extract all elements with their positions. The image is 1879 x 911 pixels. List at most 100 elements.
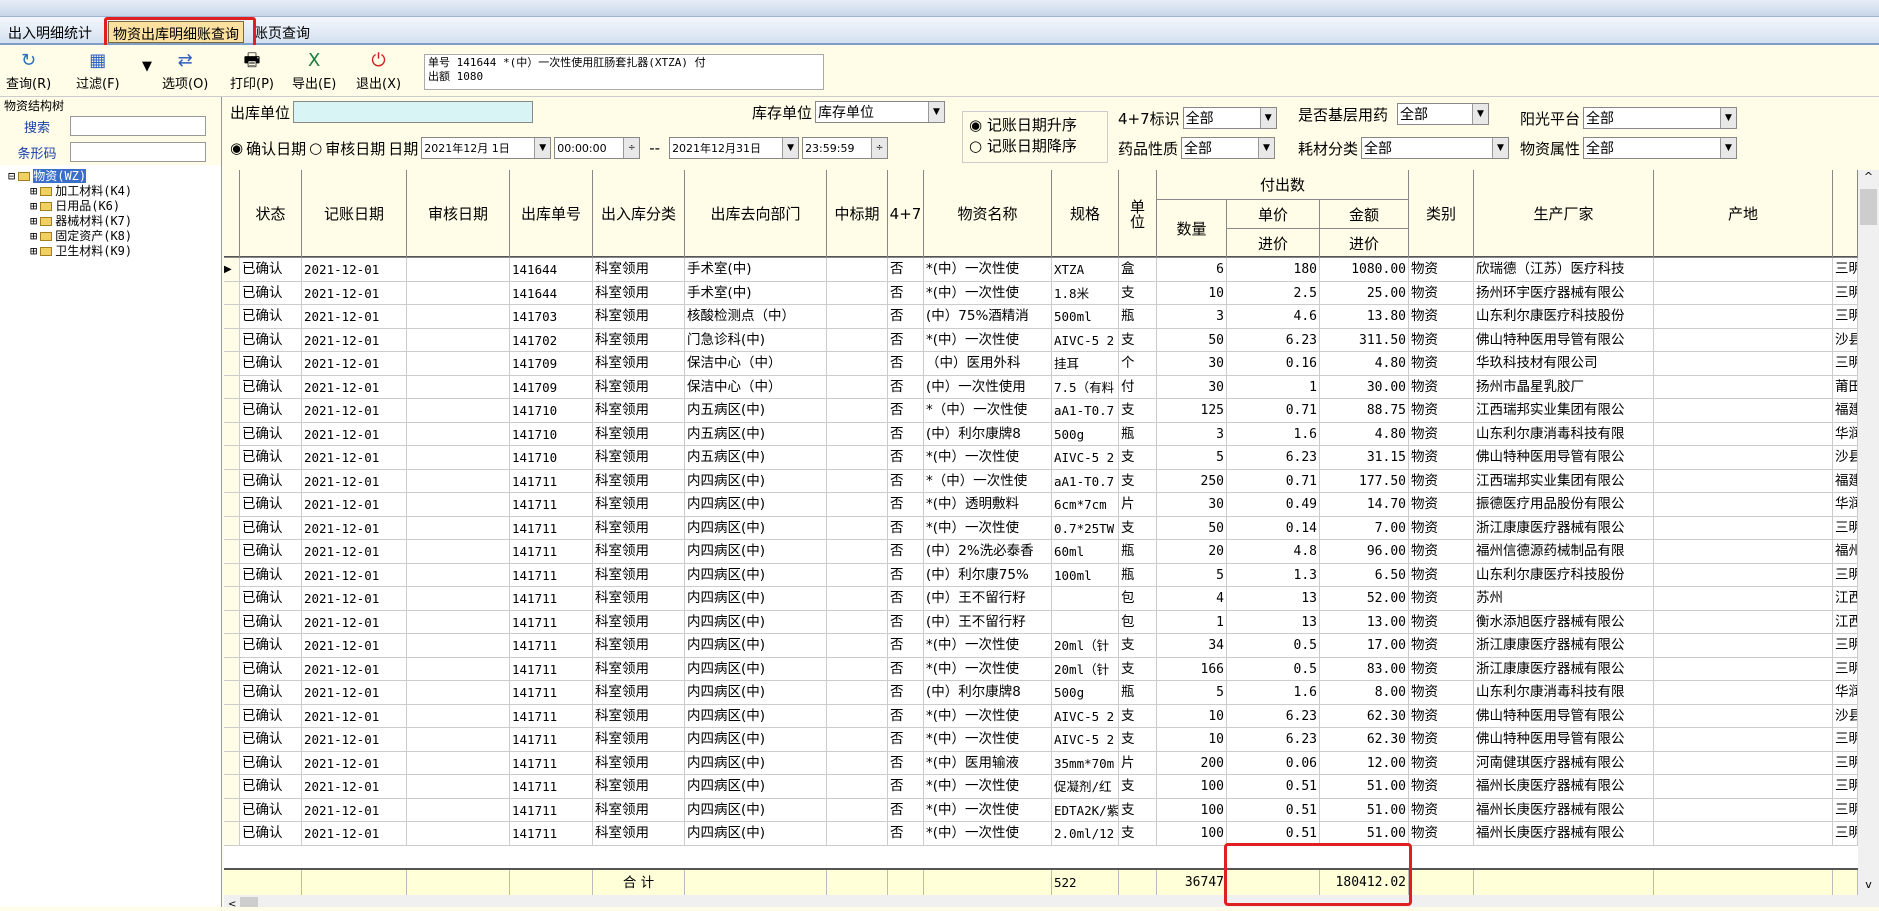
table-row[interactable]: 已确认 2021-12-01 141711 科室领用 内四病区(中) 否 *(中）一次性使 E… (224, 798, 1858, 822)
exit-button[interactable]: ⏻ 退出(X) (356, 49, 401, 92)
tree-root[interactable]: ⊟ 物资(WZ) (8, 169, 221, 184)
column-header-status[interactable]: 状态 (240, 170, 302, 258)
drug-nature-select[interactable]: 全部 ▼ (1181, 137, 1276, 159)
table-row[interactable]: 已确认 2021-12-01 141711 科室领用 内四病区(中) 否 *(中）医用输液 3… (224, 751, 1858, 775)
row-indicator[interactable] (224, 375, 240, 399)
row-indicator[interactable] (224, 399, 240, 423)
table-row[interactable]: 已确认 2021-12-01 141711 科室领用 内四病区(中) 否 *(中）一次性使 A… (224, 728, 1858, 752)
tree-node[interactable]: ⊞ 加工材料(K4) (8, 184, 221, 199)
sort-asc-option[interactable]: ◉ 记账日期升序 (969, 114, 1101, 135)
barcode-input[interactable] (70, 142, 206, 162)
row-indicator[interactable] (224, 775, 240, 799)
column-header-name[interactable]: 物资名称 (924, 170, 1052, 258)
column-header-price[interactable]: 单价 (1227, 200, 1320, 229)
row-indicator[interactable] (224, 704, 240, 728)
expand-icon[interactable]: ⊞ (30, 214, 37, 228)
column-header-qty[interactable]: 数量 (1157, 200, 1227, 258)
expand-icon[interactable]: ⊟ (8, 169, 15, 183)
tab-inout-stats[interactable]: 出入明细统计 (4, 21, 96, 43)
row-indicator[interactable] (224, 587, 240, 611)
search-input[interactable] (70, 116, 206, 136)
row-indicator[interactable] (224, 751, 240, 775)
audit-date-radio[interactable]: ○ (309, 139, 322, 157)
hscroll-thumb[interactable] (240, 897, 259, 907)
row-indicator[interactable] (224, 728, 240, 752)
column-header-unit[interactable]: 单位 (1119, 170, 1157, 258)
row-indicator[interactable] (224, 563, 240, 587)
row-indicator[interactable] (224, 493, 240, 517)
row-indicator[interactable] (224, 540, 240, 564)
column-header-spec[interactable]: 规格 (1052, 170, 1119, 258)
row-indicator[interactable] (224, 657, 240, 681)
table-row[interactable]: 已确认 2021-12-01 141711 科室领用 内四病区(中) 否 *(中）一次性使 2… (224, 822, 1858, 846)
table-row[interactable]: 已确认 2021-12-01 141710 科室领用 内五病区(中) 否 *（中）一次性使 a… (224, 399, 1858, 423)
table-row[interactable]: 已确认 2021-12-01 141711 科室领用 内四病区(中) 否 (中）利尔康牌8 5… (224, 681, 1858, 705)
column-header-bid[interactable]: 中标期 (827, 170, 888, 258)
table-row[interactable]: ▶ 已确认 2021-12-01 141644 科室领用 手术室(中) 否 *(中）一次性使 X… (224, 258, 1858, 282)
row-indicator[interactable] (224, 798, 240, 822)
row-indicator[interactable] (224, 281, 240, 305)
table-row[interactable]: 已确认 2021-12-01 141711 科室领用 内四病区(中) 否 (中）2%洗必泰香… (224, 540, 1858, 564)
flag47-select[interactable]: 全部 ▼ (1182, 107, 1277, 129)
options-button[interactable]: ⇄ 选项(O) (162, 49, 208, 92)
table-row[interactable]: 已确认 2021-12-01 141709 科室领用 保洁中心（中） 否 (中）一次性使用 7… (224, 375, 1858, 399)
row-indicator[interactable] (224, 469, 240, 493)
date-to-picker[interactable]: 2021年12月31日 ▼ (669, 137, 800, 159)
table-row[interactable]: 已确认 2021-12-01 141711 科室领用 内四病区(中) 否 (中）王不留行籽 包… (224, 610, 1858, 634)
table-row[interactable]: 已确认 2021-12-01 141709 科室领用 保洁中心（中） 否（中）医用外科 挂耳… (224, 352, 1858, 376)
stock-unit-select[interactable]: 库存单位 ▼ (815, 101, 946, 123)
sunshine-platform-select[interactable]: 全部 ▼ (1583, 107, 1738, 129)
column-header-extra[interactable] (1833, 170, 1858, 258)
header-row-indicator[interactable] (224, 170, 240, 258)
tree-node[interactable]: ⊞ 固定资产(K8) (8, 229, 221, 244)
table-row[interactable]: 已确认 2021-12-01 141711 科室领用 内四病区(中) 否 (中）王不留行籽 包… (224, 587, 1858, 611)
table-row[interactable]: 已确认 2021-12-01 141711 科室领用 内四病区(中) 否 *(中）一次性使促… (224, 775, 1858, 799)
scroll-up-icon[interactable]: ^ (1858, 170, 1879, 183)
column-header-category[interactable]: 出入库分类 (593, 170, 685, 258)
column-header-in-price-2[interactable]: 进价 (1320, 229, 1409, 258)
table-row[interactable]: 已确认 2021-12-01 141710 科室领用 内五病区(中) 否 (中）利尔康牌8 5… (224, 422, 1858, 446)
export-button[interactable]: X 导出(E) (292, 49, 336, 92)
table-row[interactable]: 已确认 2021-12-01 141711 科室领用 内四病区(中) 否 (中）利尔康75%… (224, 563, 1858, 587)
table-row[interactable]: 已确认 2021-12-01 141710 科室领用 内五病区(中) 否 *(中）一次性使 A… (224, 446, 1858, 470)
vertical-scrollbar[interactable]: ^ v (1858, 170, 1879, 895)
print-button[interactable]: 🖶 打印(P) (230, 49, 274, 92)
table-row[interactable]: 已确认 2021-12-01 141644 科室领用 手术室(中) 否 *(中）一次性使 1.… (224, 281, 1858, 305)
filter-button[interactable]: ▦ 过滤(F) (76, 49, 120, 92)
row-indicator[interactable] (224, 305, 240, 329)
table-row[interactable]: 已确认 2021-12-01 141711 科室领用 内四病区(中) 否 *(中）一次性使 2… (224, 634, 1858, 658)
column-header-book-date[interactable]: 记账日期 (302, 170, 407, 258)
table-row[interactable]: 已确认 2021-12-01 141702 科室领用 门急诊科(中) 否 *(中）一次性使 A… (224, 328, 1858, 352)
table-row[interactable]: 已确认 2021-12-01 141711 科室领用 内四病区(中) 否 *（中）一次性使 a… (224, 469, 1858, 493)
column-header-amount[interactable]: 金额 (1320, 200, 1409, 229)
scroll-down-icon[interactable]: v (1858, 878, 1879, 891)
tree-node[interactable]: ⊞ 卫生材料(K9) (8, 244, 221, 259)
time-to-spinner[interactable]: 23:59:59 ÷ (802, 137, 889, 159)
column-header-f47[interactable]: 4+7 (888, 170, 924, 258)
column-header-type[interactable]: 类别 (1409, 170, 1474, 258)
table-row[interactable]: 已确认 2021-12-01 141703 科室领用 核酸检测点（中） 否 (中）75%酒精… (224, 305, 1858, 329)
row-indicator[interactable] (224, 634, 240, 658)
column-header-origin[interactable]: 产地 (1654, 170, 1833, 258)
expand-icon[interactable]: ⊞ (30, 244, 37, 258)
tree-node[interactable]: ⊞ 器械材料(K7) (8, 214, 221, 229)
scroll-thumb[interactable] (1860, 189, 1877, 225)
horizontal-scrollbar[interactable]: < (224, 895, 1879, 910)
material-attr-select[interactable]: 全部 ▼ (1583, 137, 1738, 159)
row-indicator[interactable] (224, 352, 240, 376)
table-row[interactable]: 已确认 2021-12-01 141711 科室领用 内四病区(中) 否 *(中）透明敷料 6… (224, 493, 1858, 517)
sort-desc-option[interactable]: ○ 记账日期降序 (969, 135, 1101, 156)
row-indicator[interactable] (224, 446, 240, 470)
consumable-select[interactable]: 全部 ▼ (1361, 137, 1510, 159)
row-indicator[interactable] (224, 822, 240, 846)
column-header-audit-date[interactable]: 审核日期 (407, 170, 510, 258)
table-row[interactable]: 已确认 2021-12-01 141711 科室领用 内四病区(中) 否 *(中）一次性使 A… (224, 704, 1858, 728)
scroll-left-icon[interactable]: < (224, 899, 236, 910)
filter-dropdown[interactable]: ▼ (142, 59, 152, 74)
out-unit-input[interactable] (293, 101, 534, 123)
column-header-maker[interactable]: 生产厂家 (1474, 170, 1654, 258)
expand-icon[interactable]: ⊞ (30, 184, 37, 198)
row-indicator[interactable] (224, 328, 240, 352)
row-indicator[interactable]: ▶ (224, 258, 240, 282)
confirm-date-radio[interactable]: ◉ (230, 139, 243, 157)
